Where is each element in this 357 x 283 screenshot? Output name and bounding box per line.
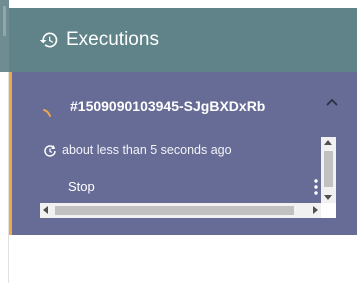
execution-item[interactable]: #1509090103945-SJgBXDxRb about less than… — [9, 72, 357, 235]
scroll-down-icon[interactable] — [324, 195, 332, 200]
scrollbar-corner — [321, 203, 336, 218]
left-sidebar-edge — [0, 0, 9, 283]
execution-id: #1509090103945-SJgBXDxRb — [70, 98, 266, 114]
execution-time: about less than 5 seconds ago — [62, 143, 232, 157]
executions-panel: Executions #1509090103945-SJgBXDxRb abou… — [9, 0, 357, 283]
scroll-left-icon[interactable] — [43, 206, 48, 214]
horizontal-scrollbar[interactable] — [40, 203, 321, 218]
history-icon — [39, 32, 58, 48]
vertical-scrollbar[interactable] — [321, 137, 336, 203]
scroll-right-icon[interactable] — [313, 206, 318, 214]
spinner-icon — [43, 109, 51, 117]
horizontal-scrollbar-thumb[interactable] — [55, 206, 294, 215]
chevron-up-icon[interactable] — [325, 96, 339, 108]
stop-button[interactable]: Stop — [68, 179, 95, 194]
more-vertical-icon[interactable] — [312, 178, 320, 196]
executions-header: Executions — [9, 8, 357, 72]
left-scrollbar-thumb[interactable] — [3, 6, 6, 36]
vertical-scrollbar-thumb[interactable] — [324, 151, 333, 187]
panel-title: Executions — [66, 29, 159, 50]
scroll-up-icon[interactable] — [324, 140, 332, 145]
clock-refresh-icon — [44, 145, 56, 157]
